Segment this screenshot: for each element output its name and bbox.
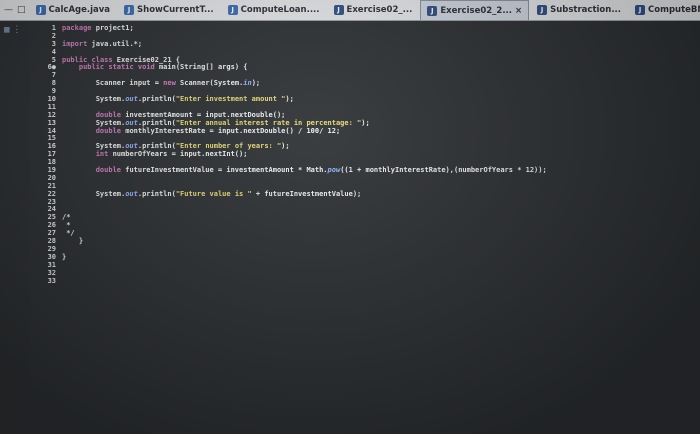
tab-2[interactable]: J ComputeLoan....	[222, 0, 326, 20]
line-number: 1	[51, 24, 56, 32]
tab-6[interactable]: JComputeBMI.java	[629, 0, 700, 20]
tab-1[interactable]: J ShowCurrentT...	[118, 0, 220, 20]
left-toolbar: ▦ ⋮	[0, 21, 30, 434]
code-text: public class Exercise02_21 {	[62, 55, 181, 64]
line-number: 4	[51, 47, 56, 56]
window-controls: — □	[0, 5, 30, 15]
code-text: }	[62, 252, 67, 261]
tab-4[interactable]: J Exercise02_2... ×	[420, 0, 530, 20]
line-number: 16	[47, 142, 56, 151]
java-file-icon: J	[35, 5, 46, 15]
line-number: 17	[47, 150, 56, 159]
code-text: double investmentAmount = input.nextDoub…	[95, 110, 286, 119]
code-text: /*	[62, 213, 71, 222]
line-number: 12	[47, 110, 56, 119]
line-number: 19	[47, 166, 56, 175]
restore-icon[interactable]: □	[17, 5, 26, 15]
code-text: import java.util.*;	[62, 39, 143, 48]
line-number: 14	[47, 126, 56, 135]
code-text: public static void main(String[] args) {	[78, 63, 248, 72]
code-text: System.out.println("Enter investment amo…	[62, 95, 294, 104]
tab-0[interactable]: J CalcAge.java	[30, 0, 117, 20]
java-file-icon: J	[227, 5, 238, 15]
line-number: 26	[47, 221, 56, 230]
code-text: }	[62, 237, 84, 246]
line-number: 2	[51, 31, 56, 40]
tab-label: Exercise02_2... ×	[440, 5, 523, 16]
line-number: 25	[47, 213, 56, 222]
code-text: double futureInvestmentValue = investmen…	[95, 166, 547, 175]
tab-label: ComputeLoan....	[240, 5, 320, 15]
code-text: System.out.println("Enter annual interes…	[62, 118, 370, 127]
tab-label: ComputeBMI.java	[648, 5, 700, 15]
line-number: 32	[47, 268, 56, 277]
java-file-icon: J	[124, 5, 135, 15]
line-number: 31	[47, 260, 56, 269]
line-number: 24	[47, 205, 56, 214]
line-number: 11	[47, 102, 56, 111]
line-number: 18	[47, 158, 56, 167]
code-text: Scanner input = new Scanner(System.in);	[62, 79, 261, 88]
tab-label: Substraction...	[550, 5, 622, 15]
minimize-icon[interactable]: —	[4, 5, 13, 15]
line-number: 7	[51, 71, 56, 80]
package-explorer-icon[interactable]: ▦	[4, 25, 9, 35]
line-number: 21	[47, 181, 56, 190]
menu-icon[interactable]: ⋮	[12, 25, 21, 35]
line-number: 30	[47, 252, 56, 261]
line-number: 29	[47, 244, 56, 253]
line-number: 8	[51, 79, 56, 88]
java-class-icon: J	[537, 5, 548, 15]
line-number: 15	[47, 134, 56, 143]
code-text: double monthlyInterestRate = input.nextD…	[95, 126, 341, 135]
code-text: int numberOfYears = input.nextInt();	[95, 150, 248, 159]
code-text: *	[62, 221, 71, 230]
code-text: */	[62, 229, 75, 238]
code-text: System.out.println("Future value is " + …	[62, 189, 362, 198]
line-number: 23	[47, 197, 56, 206]
line-number: 5	[51, 55, 56, 64]
java-class-icon: J	[635, 5, 646, 15]
code-editor[interactable]: 1 package project1; 2 3 import java.util.*; 4…	[30, 21, 700, 434]
tab-label: CalcAge.java	[48, 5, 111, 15]
line-number: 6●	[47, 63, 56, 72]
line-number: 28	[47, 237, 56, 246]
line-number: 22	[47, 189, 56, 198]
line-number: 27	[47, 229, 56, 238]
line-number: 20	[47, 173, 56, 182]
line-number: 33	[47, 276, 56, 285]
java-class-icon: J	[333, 5, 344, 15]
editor-tab-bar: — □ J CalcAge.java J ShowCurrentT... J Comput…	[0, 0, 700, 21]
tab-label: ShowCurrentT...	[137, 5, 214, 15]
code-text: System.out.println("Enter number of year…	[62, 142, 290, 151]
line-number: 9	[51, 87, 56, 96]
tab-label: Exercise02_...	[346, 5, 413, 15]
line-number: 13	[47, 118, 56, 127]
line-number: 3	[51, 39, 56, 48]
tab-5[interactable]: J Substraction...	[531, 0, 627, 20]
code-text: package project1;	[62, 24, 134, 32]
java-class-icon: J	[427, 5, 438, 16]
line-number: 10	[47, 95, 56, 104]
tab-3[interactable]: J Exercise02_...	[328, 0, 419, 20]
tab-list: J CalcAge.java J ShowCurrentT... J ComputeLoa…	[30, 0, 700, 20]
